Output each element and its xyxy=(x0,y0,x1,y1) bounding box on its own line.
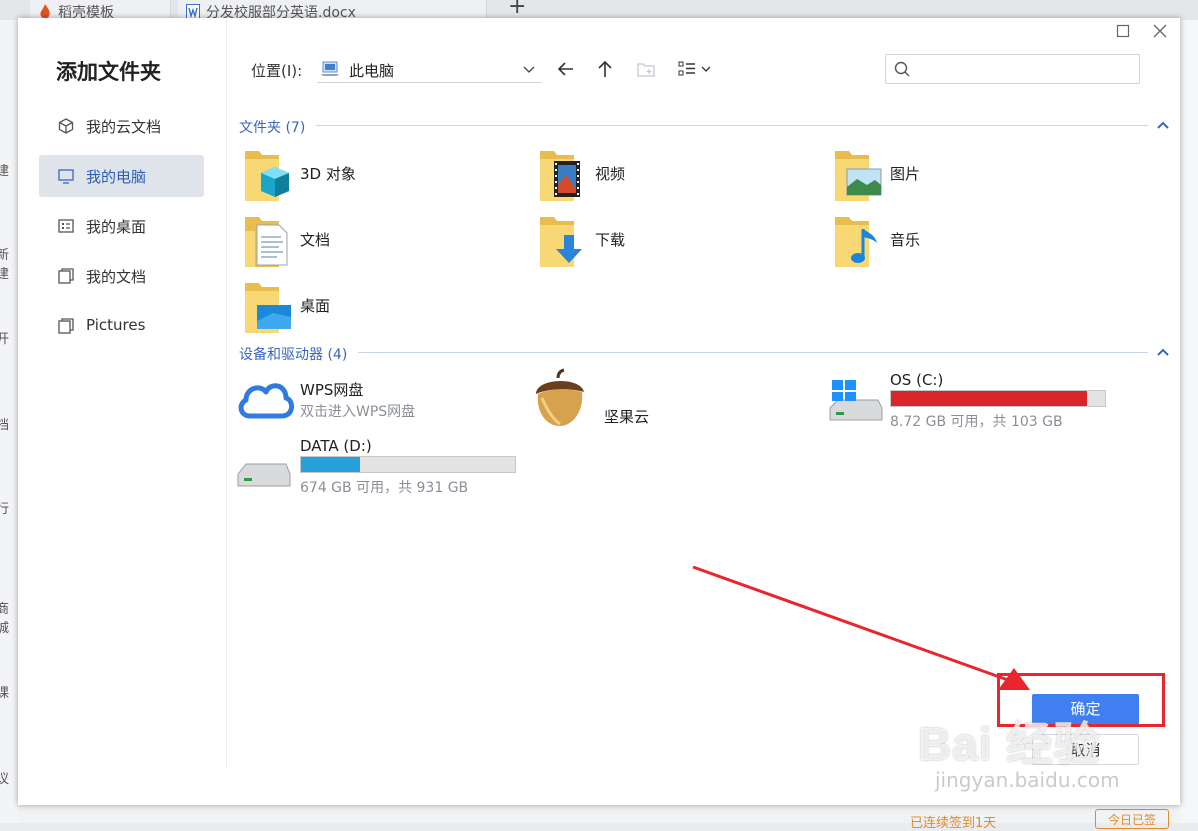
monitor-icon xyxy=(58,169,74,184)
left-fragment: 新建 xyxy=(0,248,10,282)
view-options-icon[interactable] xyxy=(676,58,716,80)
section-divider xyxy=(358,352,1148,353)
folder-name: 桌面 xyxy=(300,297,331,315)
pictures-folder-icon xyxy=(835,151,882,201)
maximize-button[interactable] xyxy=(1112,22,1134,44)
videos-folder-icon xyxy=(540,151,580,201)
sidebar-item-label: 我的电脑 xyxy=(86,168,147,186)
baidu-watermark: Bai 经验 xyxy=(918,718,1101,770)
device-subtitle: 674 GB 可用，共 931 GB xyxy=(300,480,469,496)
device-name: OS (C:) xyxy=(890,371,944,389)
nutstore-acorn-icon xyxy=(536,368,584,426)
sidebar-item-label: Pictures xyxy=(86,316,146,334)
sidebar-item-pictures[interactable]: Pictures xyxy=(39,305,204,347)
dialog-sidebar: 添加文件夹 我的云文档 我的电脑 我的桌面 我的文档 Pictures xyxy=(18,18,227,768)
left-fragment: 建 xyxy=(0,164,10,179)
sidebar-item-my-documents[interactable]: 我的文档 xyxy=(39,255,204,297)
device-item-nutstore[interactable]: 坚果云 xyxy=(528,368,808,430)
sidebar-item-label: 我的桌面 xyxy=(86,218,147,236)
folder-item-3d-objects[interactable]: 3D 对象 xyxy=(243,145,523,207)
desktop-icon xyxy=(58,219,74,233)
windows-drive-icon xyxy=(829,380,883,421)
new-folder-icon[interactable] xyxy=(635,58,657,80)
app-bottom-area xyxy=(18,805,1180,823)
drive-icon xyxy=(237,463,291,487)
left-fragment: 课 xyxy=(0,686,10,701)
desktop-folder-icon xyxy=(245,283,291,333)
device-subtitle: 8.72 GB 可用，共 103 GB xyxy=(890,414,1063,430)
device-subtitle: 双击进入WPS网盘 xyxy=(300,404,416,420)
dialog-title: 添加文件夹 xyxy=(56,60,161,84)
folder-item-videos[interactable]: 视频 xyxy=(538,145,818,207)
app-left-sidebar: 建 新建 开 档 行 商城 课 议 xyxy=(0,20,18,823)
usage-bar xyxy=(300,456,516,473)
sidebar-item-my-computer[interactable]: 我的电脑 xyxy=(39,155,204,197)
sidebar-item-desktop[interactable]: 我的桌面 xyxy=(39,205,204,247)
left-fragment: 商城 xyxy=(0,602,10,636)
folder-item-downloads[interactable]: 下载 xyxy=(538,211,818,273)
folder-item-desktop[interactable]: 桌面 xyxy=(243,277,523,339)
search-icon xyxy=(894,61,910,77)
folder-name: 视频 xyxy=(595,165,626,183)
location-label: 位置(I): xyxy=(251,62,303,80)
music-folder-icon xyxy=(835,217,877,267)
up-arrow-icon[interactable] xyxy=(594,58,616,80)
usage-bar xyxy=(890,390,1106,407)
tab-template[interactable]: 稻壳模板 xyxy=(30,0,171,20)
location-dropdown[interactable]: 此电脑 xyxy=(317,56,541,83)
documents-folder-icon xyxy=(245,217,288,267)
documents-icon xyxy=(58,268,74,284)
maximize-icon xyxy=(1116,24,1130,38)
back-arrow-icon[interactable] xyxy=(555,58,577,80)
new-tab-button[interactable]: + xyxy=(508,0,526,19)
collapse-caret-icon[interactable] xyxy=(1157,348,1169,356)
folder-name: 图片 xyxy=(890,165,921,183)
folder-icon xyxy=(58,318,74,334)
search-input[interactable] xyxy=(885,54,1140,84)
device-item-data-d[interactable]: DATA (D:) 674 GB 可用，共 931 GB xyxy=(236,436,536,498)
folder-name: 音乐 xyxy=(890,231,921,249)
folder-name: 文档 xyxy=(300,231,331,249)
tab-document[interactable]: 分发校服部分英语.docx xyxy=(178,0,487,20)
folder-item-documents[interactable]: 文档 xyxy=(243,211,523,273)
device-item-os-c[interactable]: OS (C:) 8.72 GB 可用，共 103 GB xyxy=(828,370,1128,432)
left-fragment: 行 xyxy=(0,502,10,517)
sidebar-item-cloud-docs[interactable]: 我的云文档 xyxy=(39,105,204,147)
usage-bar-fill xyxy=(301,457,361,472)
downloads-folder-icon xyxy=(540,217,582,267)
today-signed-button[interactable]: 今日已签 xyxy=(1095,809,1169,829)
folders-section-header[interactable]: 文件夹 (7) xyxy=(239,117,305,137)
signin-status: 已连续签到1天 xyxy=(910,816,997,831)
left-fragment: 议 xyxy=(0,772,10,787)
close-button[interactable] xyxy=(1149,22,1171,44)
device-name: WPS网盘 xyxy=(300,381,364,399)
folder-name: 下载 xyxy=(595,231,626,249)
folder-name: 3D 对象 xyxy=(300,165,356,183)
device-item-wps-cloud[interactable]: WPS网盘 双击进入WPS网盘 xyxy=(236,370,516,432)
sidebar-item-label: 我的文档 xyxy=(86,268,147,286)
location-value: 此电脑 xyxy=(349,62,395,80)
wps-cloud-icon xyxy=(238,383,294,419)
chevron-down-icon xyxy=(523,66,535,73)
usage-bar-fill xyxy=(891,391,1087,406)
app-right-panel xyxy=(1180,20,1198,823)
device-name: 坚果云 xyxy=(604,408,650,426)
devices-section-header[interactable]: 设备和驱动器 (4) xyxy=(239,344,347,364)
device-name: DATA (D:) xyxy=(300,437,372,455)
sidebar-item-label: 我的云文档 xyxy=(86,118,162,136)
left-fragment: 开 xyxy=(0,332,10,347)
section-divider xyxy=(316,125,1148,126)
close-icon xyxy=(1153,24,1167,38)
folder-item-pictures[interactable]: 图片 xyxy=(833,145,1113,207)
collapse-caret-icon[interactable] xyxy=(1157,121,1169,129)
left-fragment: 档 xyxy=(0,418,10,433)
baidu-watermark-url: jingyan.baidu.com xyxy=(935,768,1120,792)
app-tab-bar: 稻壳模板 分发校服部分英语.docx + xyxy=(0,0,1198,20)
folder-item-music[interactable]: 音乐 xyxy=(833,211,1113,273)
cloud-doc-icon xyxy=(58,118,74,134)
3d-objects-folder-icon xyxy=(245,151,289,201)
this-pc-icon xyxy=(321,61,339,76)
